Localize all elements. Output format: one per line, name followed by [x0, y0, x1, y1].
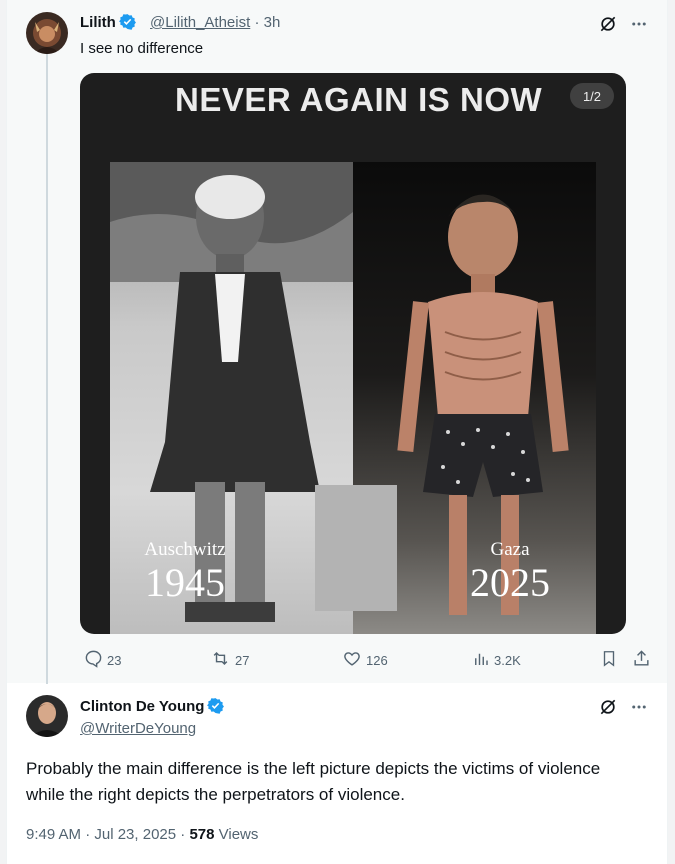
grok-icon[interactable] — [596, 695, 620, 719]
more-icon[interactable] — [627, 12, 651, 36]
redaction-block — [315, 485, 397, 611]
author-name[interactable]: Lilith — [80, 13, 136, 34]
main-author-name[interactable]: Clinton De Young — [80, 697, 225, 718]
author-name-text[interactable]: Lilith — [80, 14, 116, 31]
views-icon — [472, 650, 490, 671]
post-meta: 9:49 AM · Jul 23, 2025 · 578 Views — [26, 826, 258, 843]
post-timestamp[interactable]: 9:49 AM · Jul 23, 2025 · — [26, 826, 185, 843]
time-separator: · — [254, 14, 260, 31]
views-count: 3.2K — [494, 652, 521, 668]
post-time[interactable]: 3h — [264, 14, 281, 31]
views-button[interactable]: 3.2K — [472, 648, 521, 672]
author-handle[interactable]: @Lilith_Atheist — [150, 14, 250, 31]
caption-left-place: Auschwitz — [144, 539, 226, 560]
author-handle-row: @Lilith_Atheist · 3h — [150, 14, 280, 31]
main-author-handle[interactable]: @WriterDeYoung — [80, 720, 196, 737]
parent-post[interactable]: Lilith @Lilith_Atheist · 3h I see no dif… — [7, 0, 667, 684]
post-actions: 23 27 126 3.2K — [80, 648, 655, 672]
thread-line — [46, 54, 48, 684]
more-icon[interactable] — [627, 695, 651, 719]
main-author-name-text[interactable]: Clinton De Young — [80, 698, 204, 715]
media-title: NEVER AGAIN IS NOW — [175, 81, 543, 118]
repost-button[interactable]: 27 — [210, 648, 249, 672]
bookmark-button[interactable] — [600, 648, 618, 672]
main-post-text: Probably the main difference is the left… — [26, 759, 601, 804]
like-button[interactable]: 126 — [342, 648, 388, 672]
reply-count: 23 — [107, 652, 122, 668]
caption-right-place: Gaza — [490, 539, 530, 560]
repost-count: 27 — [235, 652, 250, 668]
caption-right: Gaza 2025 — [450, 539, 570, 605]
media-counter: 1/2 — [570, 83, 614, 109]
conversation-frame: Lilith @Lilith_Atheist · 3h I see no dif… — [6, 0, 668, 864]
like-icon — [342, 649, 362, 671]
avatar-lilith[interactable] — [26, 12, 68, 54]
reply-button[interactable]: 23 — [84, 648, 121, 672]
post-text: I see no difference — [80, 40, 204, 57]
verified-badge-icon — [207, 697, 225, 718]
caption-left: Auschwitz 1945 — [125, 539, 245, 605]
verified-badge-icon — [118, 13, 136, 34]
reply-icon — [84, 649, 103, 671]
caption-left-year: 1945 — [145, 560, 225, 605]
grok-icon[interactable] — [596, 12, 620, 36]
share-icon — [632, 649, 651, 671]
views-count: 578 — [189, 826, 215, 843]
post-media-image[interactable]: NEVER AGAIN IS NOW 1/2 Auschwitz 1945 Ga… — [80, 73, 626, 634]
repost-icon — [210, 649, 231, 671]
share-button[interactable] — [632, 648, 651, 672]
avatar-clinton[interactable] — [26, 695, 68, 737]
caption-right-year: 2025 — [470, 560, 550, 605]
views-label: Views — [218, 826, 259, 843]
bookmark-icon — [600, 649, 618, 671]
like-count: 126 — [366, 652, 388, 668]
